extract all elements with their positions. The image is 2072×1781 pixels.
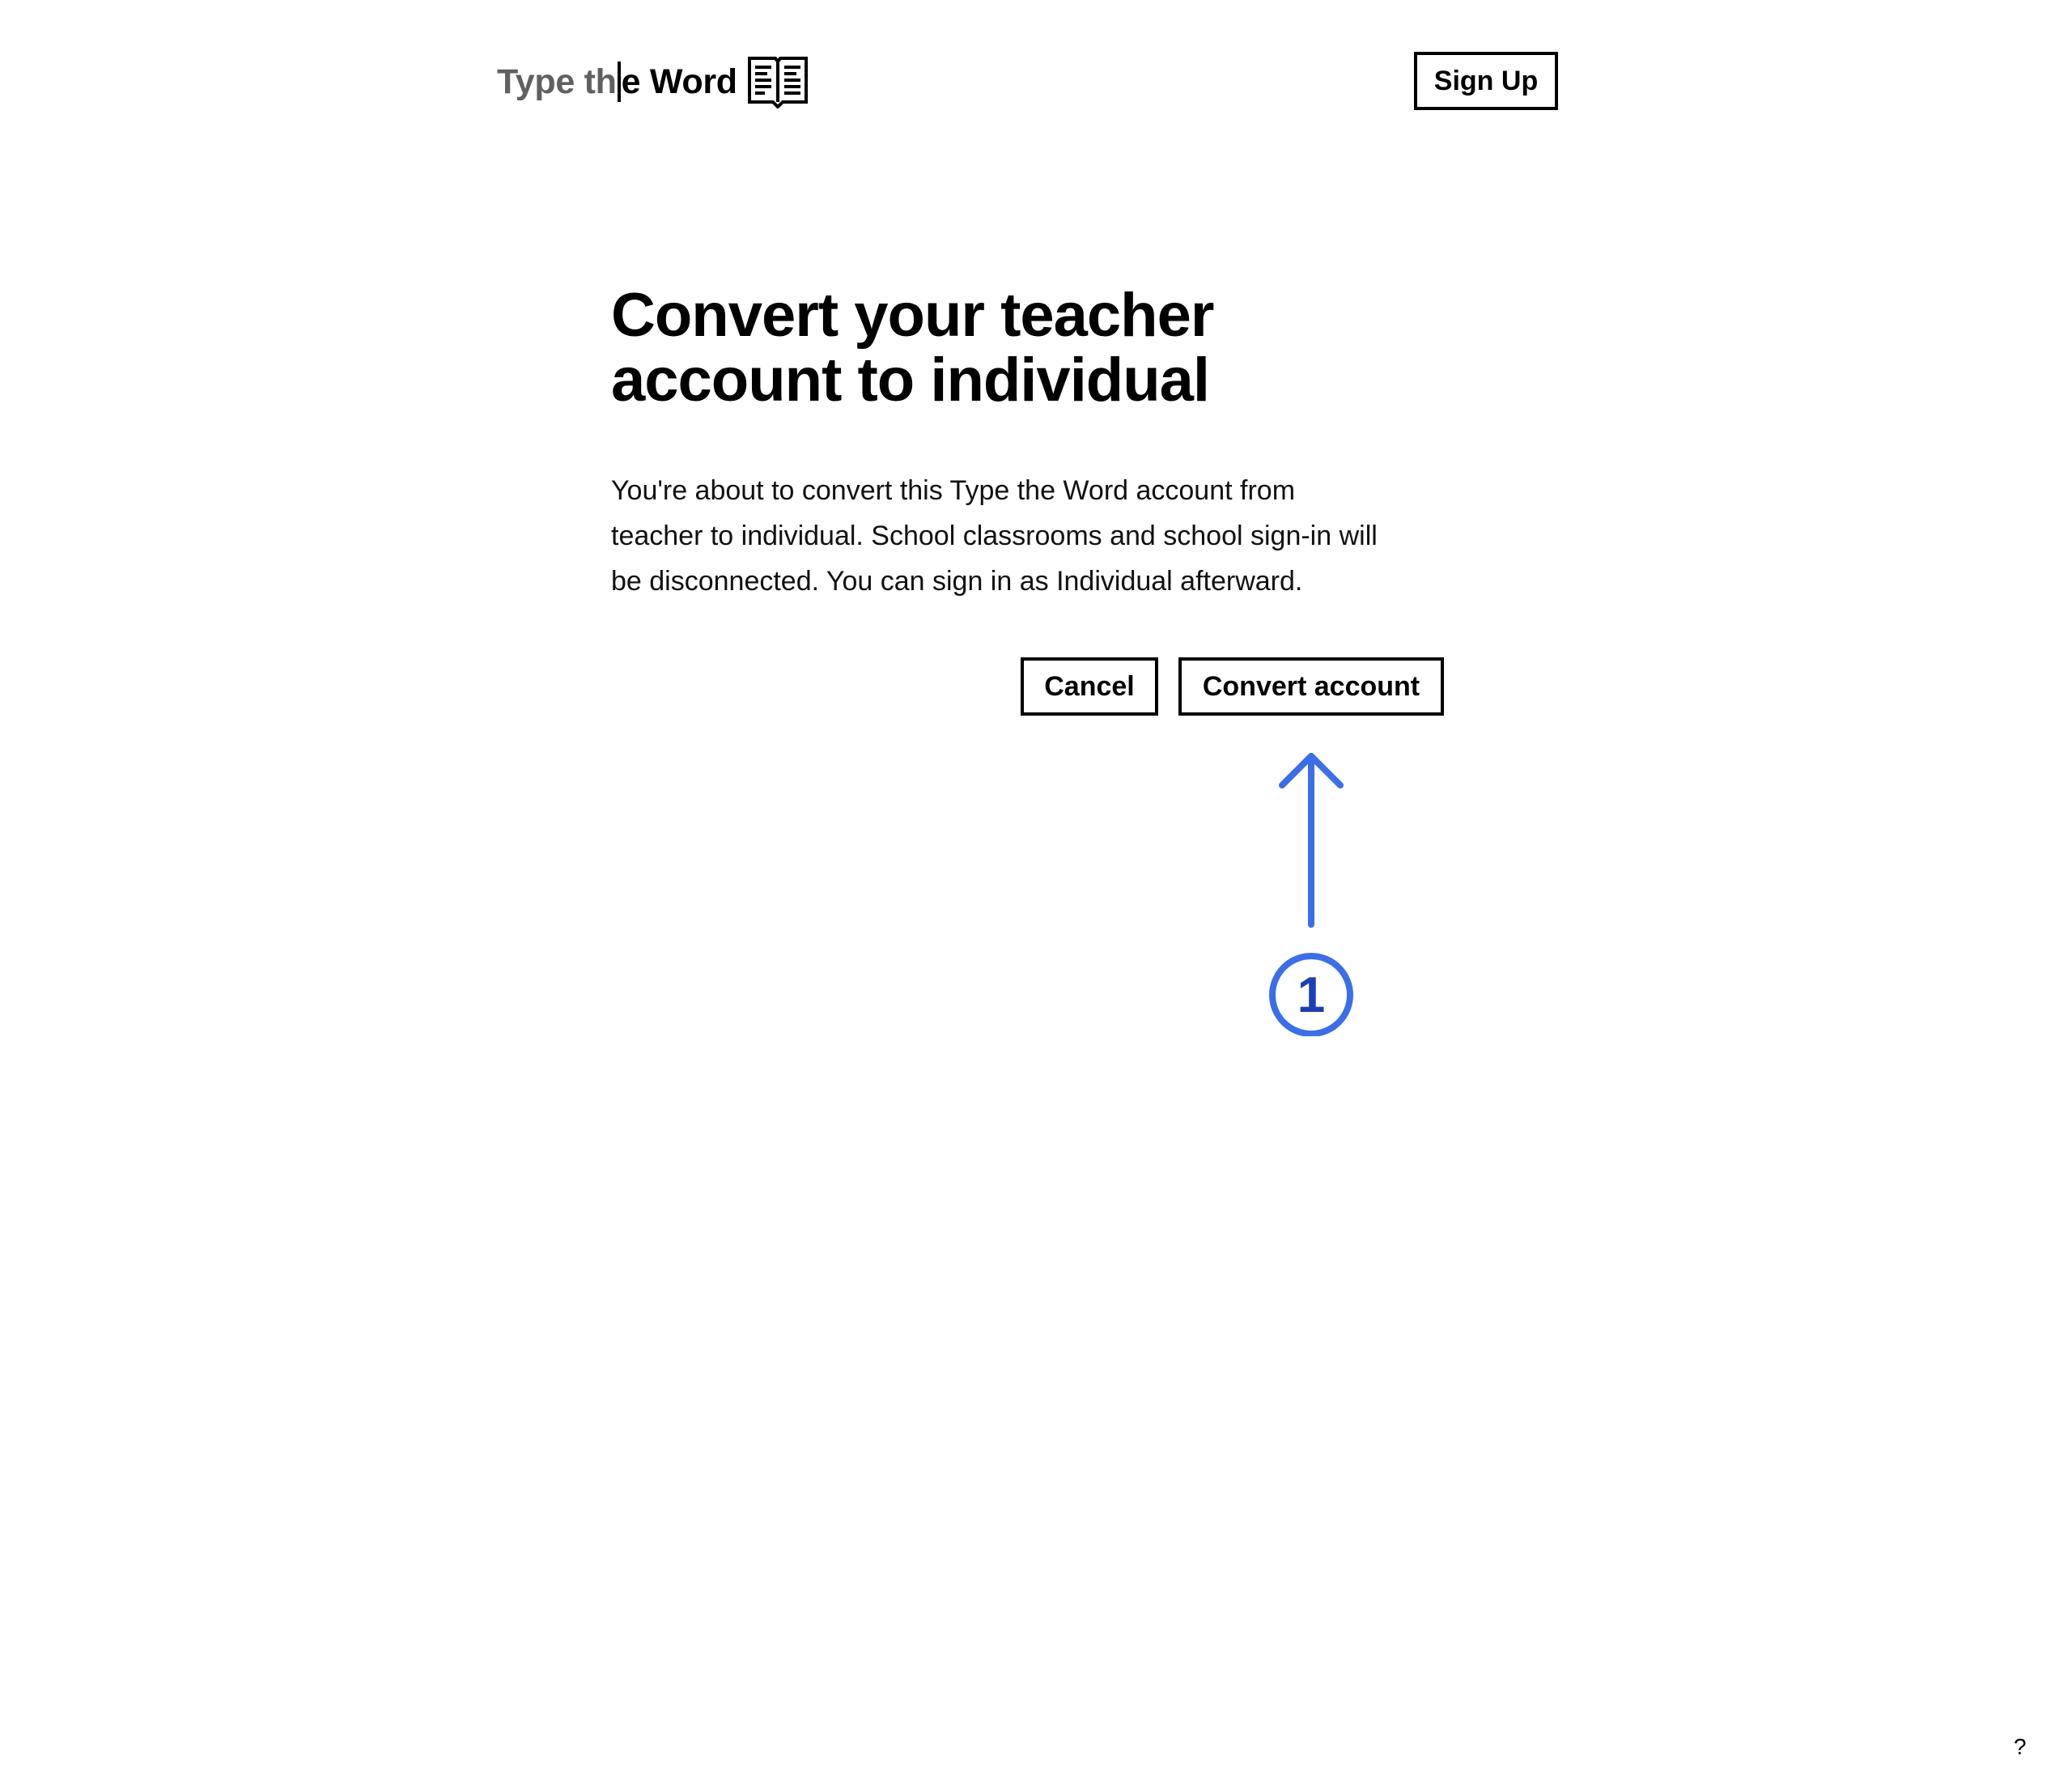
logo-caret (617, 62, 621, 102)
logo-text-typed: Type th (497, 62, 617, 101)
description-line-1: You're about to convert this Type the Wo… (611, 475, 1296, 506)
cancel-button[interactable]: Cancel (1021, 657, 1158, 716)
convert-account-button[interactable]: Convert account (1178, 657, 1444, 716)
description-line-3: be disconnected. You can sign in as Indi… (611, 566, 1303, 597)
open-book-icon (747, 57, 808, 108)
description-line-2: teacher to individual. School classrooms… (611, 521, 1378, 551)
annotation-step-number: 1 (1297, 967, 1326, 1023)
page-title-line-2: account to individual (611, 346, 1210, 414)
page: Type th e Word Sign Up Convert your teac… (0, 0, 2072, 1781)
help-button[interactable]: ? (2014, 1734, 2027, 1760)
sign-up-button[interactable]: Sign Up (1414, 52, 1558, 110)
conversion-description: You're about to convert this Type the Wo… (611, 468, 1469, 604)
page-title: Convert your teacher account to individu… (611, 283, 1340, 413)
logo-text-untyped: e Word (621, 62, 737, 101)
page-title-line-1: Convert your teacher (611, 281, 1214, 350)
logo-link[interactable]: Type th e Word (497, 53, 809, 110)
